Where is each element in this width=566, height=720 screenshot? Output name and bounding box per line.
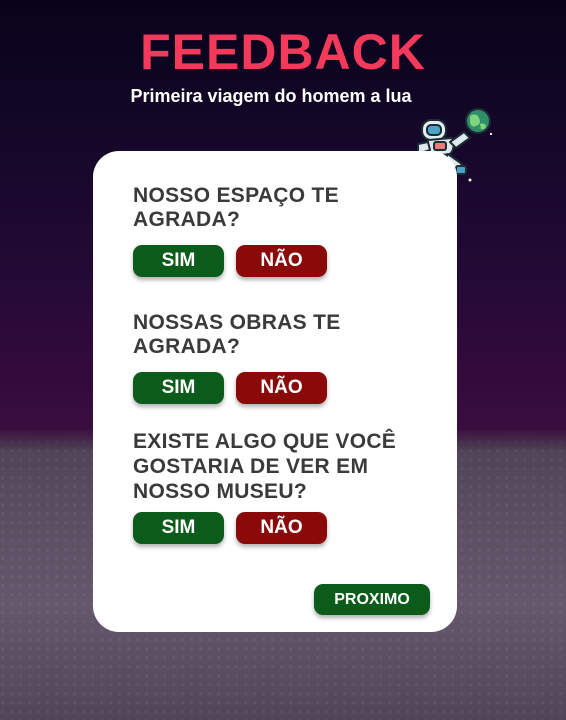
question-2-text: NOSSAS OBRAS TE AGRADA? [133,311,341,358]
question-2-no-button[interactable]: NÃO [236,372,327,404]
question-3-text: EXISTE ALGO QUE VOCÊ GOSTARIA DE VER EM … [133,430,397,503]
question-1-text: NOSSO ESPAÇO TE AGRADA? [133,184,339,231]
question-2-yes-button[interactable]: SIM [133,372,224,404]
question-3-no-button[interactable]: NÃO [236,512,327,544]
next-button[interactable]: PROXIMO [314,584,430,615]
question-3-yes-button[interactable]: SIM [133,512,224,544]
question-1-no-button[interactable]: NÃO [236,245,327,277]
page-title: FEEDBACK [140,24,426,80]
question-1-yes-button[interactable]: SIM [133,245,224,277]
feedback-card: NOSSO ESPAÇO TE AGRADA? SIM NÃO NOSSAS O… [93,151,457,632]
